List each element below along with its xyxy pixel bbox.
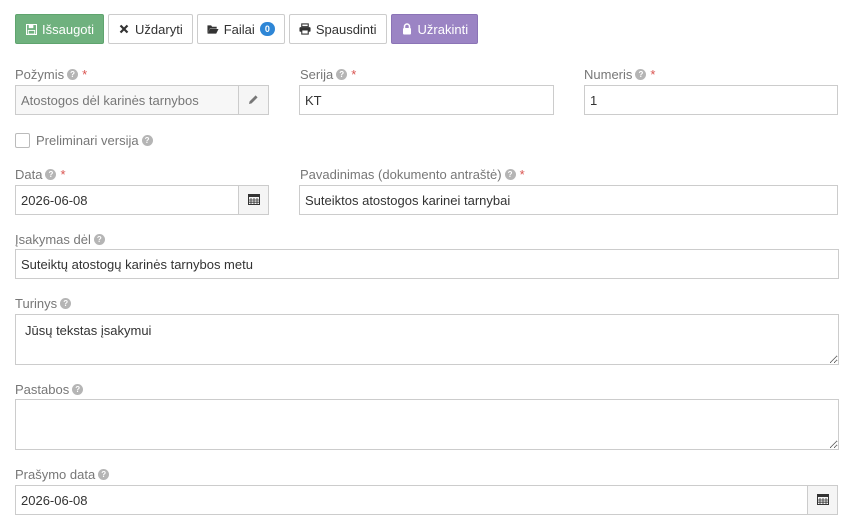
pozymis-edit-button[interactable] xyxy=(238,85,269,115)
turinys-textarea[interactable]: Jūsų tekstas įsakymui xyxy=(15,314,839,365)
required-mark: * xyxy=(82,67,88,82)
help-icon[interactable]: ? xyxy=(141,135,153,146)
toolbar: Išsaugoti Uždaryti Failai 0 Spausdinti U… xyxy=(15,14,479,44)
data-label: Data ? * xyxy=(15,167,66,182)
required-mark: * xyxy=(60,167,66,182)
lock-button[interactable]: Užrakinti xyxy=(390,14,479,44)
data-input[interactable] xyxy=(15,185,239,215)
help-icon[interactable]: ? xyxy=(60,298,72,309)
pozymis-field[interactable] xyxy=(15,85,239,115)
calendar-icon xyxy=(247,193,260,208)
isakymas-del-label: Įsakymas dėl ? xyxy=(15,232,105,247)
required-mark: * xyxy=(519,167,525,182)
help-icon[interactable]: ? xyxy=(72,384,84,395)
pastabos-label: Pastabos ? xyxy=(15,382,84,397)
numeris-label: Numeris ? * xyxy=(584,67,656,82)
turinys-label: Turinys ? xyxy=(15,296,72,311)
serija-label: Serija ? * xyxy=(300,67,357,82)
save-icon xyxy=(25,23,37,35)
files-button[interactable]: Failai 0 xyxy=(196,14,285,44)
pavadinimas-input[interactable] xyxy=(299,185,838,215)
help-icon[interactable]: ? xyxy=(98,469,110,480)
data-calendar-button[interactable] xyxy=(238,185,269,215)
lock-icon xyxy=(401,23,413,35)
save-button[interactable]: Išsaugoti xyxy=(15,14,105,44)
save-label: Išsaugoti xyxy=(42,21,95,37)
help-icon[interactable]: ? xyxy=(93,234,105,245)
required-mark: * xyxy=(650,67,656,82)
calendar-icon xyxy=(816,493,829,508)
close-button[interactable]: Uždaryti xyxy=(108,14,193,44)
help-icon[interactable]: ? xyxy=(504,169,516,180)
close-label: Uždaryti xyxy=(135,21,183,37)
help-icon[interactable]: ? xyxy=(635,69,647,80)
pastabos-textarea[interactable] xyxy=(15,399,839,450)
files-count-badge: 0 xyxy=(259,22,275,36)
print-button[interactable]: Spausdinti xyxy=(288,14,387,44)
isakymas-del-input[interactable] xyxy=(15,249,839,279)
help-icon[interactable]: ? xyxy=(67,69,79,80)
help-icon[interactable]: ? xyxy=(45,169,57,180)
print-label: Spausdinti xyxy=(315,21,377,37)
required-mark: * xyxy=(351,67,357,82)
prasymo-data-input[interactable] xyxy=(15,485,808,515)
help-icon[interactable]: ? xyxy=(336,69,348,80)
pavadinimas-label: Pavadinimas (dokumento antraštė) ? * xyxy=(300,167,525,182)
lock-label: Užrakinti xyxy=(417,21,469,37)
prasymo-data-calendar-button[interactable] xyxy=(807,485,838,515)
pozymis-label: Požymis ? * xyxy=(15,67,88,82)
print-icon xyxy=(299,23,311,35)
folder-open-icon xyxy=(207,23,219,35)
close-icon xyxy=(118,23,130,35)
preliminari-checkbox[interactable] xyxy=(15,133,30,148)
files-label: Failai xyxy=(223,21,255,37)
pencil-icon xyxy=(248,93,259,108)
prasymo-data-label: Prašymo data ? xyxy=(15,467,110,482)
numeris-input[interactable] xyxy=(584,85,838,115)
preliminari-label: Preliminari versija ? xyxy=(36,133,153,148)
serija-input[interactable] xyxy=(299,85,554,115)
